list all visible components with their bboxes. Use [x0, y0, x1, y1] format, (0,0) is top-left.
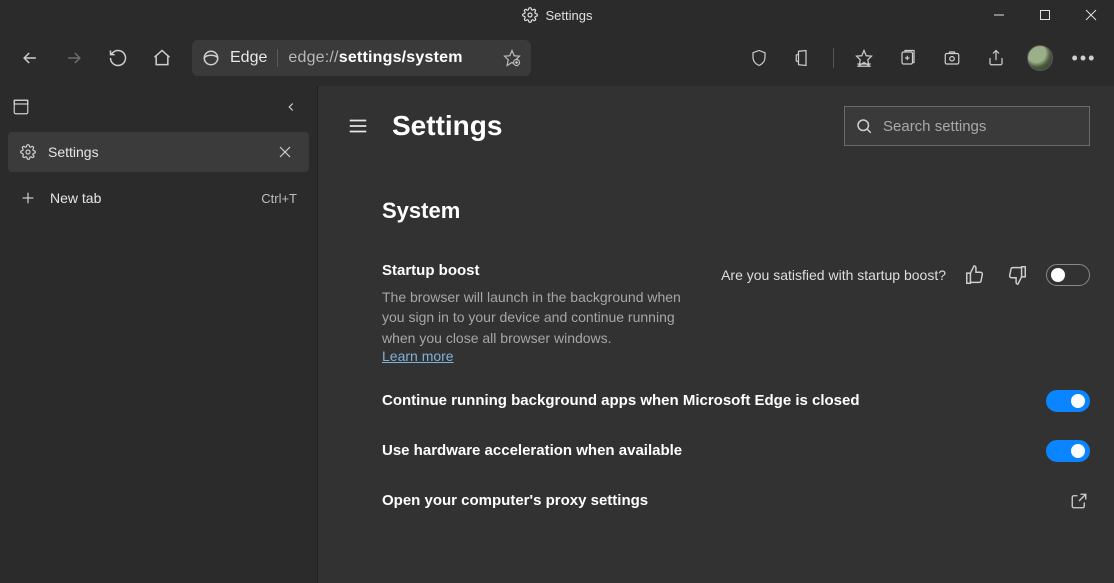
address-separator	[277, 49, 278, 67]
section-title: System	[382, 198, 1090, 224]
more-menu-button[interactable]: •••	[1064, 38, 1104, 78]
search-settings[interactable]	[844, 106, 1090, 146]
hamburger-menu-button[interactable]	[342, 110, 374, 142]
close-tab-button[interactable]	[273, 140, 297, 164]
vertical-tabs-header	[0, 86, 317, 128]
thumbs-up-icon[interactable]	[962, 262, 988, 288]
url-path: settings/system	[339, 49, 463, 66]
settings-content: System Startup boost The browser will la…	[318, 166, 1114, 546]
page-header: Settings	[318, 86, 1114, 166]
address-url: edge://settings/system	[288, 49, 462, 67]
window-title: Settings	[546, 8, 593, 23]
setting-hardware-accel: Use hardware acceleration when available	[382, 426, 1090, 476]
forward-button[interactable]	[54, 38, 94, 78]
setting-description: The browser will launch in the backgroun…	[382, 287, 692, 348]
new-tab-shortcut: Ctrl+T	[261, 191, 297, 206]
gear-icon	[522, 7, 538, 23]
setting-title: Open your computer's proxy settings	[382, 492, 1068, 509]
profile-avatar[interactable]	[1020, 38, 1060, 78]
new-tab-label: New tab	[50, 190, 247, 206]
setting-title: Continue running background apps when Mi…	[382, 392, 1046, 409]
titlebar-center: Settings	[522, 7, 593, 23]
setting-startup-boost: Startup boost The browser will launch in…	[382, 252, 1090, 376]
titlebar: Settings	[0, 0, 1114, 30]
new-tab-button[interactable]: New tab Ctrl+T	[8, 178, 309, 218]
gear-icon	[20, 144, 36, 160]
close-window-button[interactable]	[1068, 0, 1114, 30]
address-brand: Edge	[230, 49, 267, 67]
setting-title: Startup boost	[382, 262, 721, 279]
setting-proxy[interactable]: Open your computer's proxy settings	[382, 476, 1090, 526]
learn-more-link[interactable]: Learn more	[382, 348, 454, 364]
plus-icon	[20, 190, 36, 206]
toolbar: Edge edge://settings/system •••	[0, 30, 1114, 86]
url-prefix: edge://	[288, 49, 338, 66]
startup-boost-toggle[interactable]	[1046, 264, 1090, 286]
search-input[interactable]	[883, 118, 1082, 135]
tab-label: Settings	[48, 144, 261, 160]
home-button[interactable]	[142, 38, 182, 78]
collections-icon[interactable]	[888, 38, 928, 78]
search-icon	[855, 117, 873, 135]
hardware-accel-toggle[interactable]	[1046, 440, 1090, 462]
office-icon[interactable]	[783, 38, 823, 78]
maximize-button[interactable]	[1022, 0, 1068, 30]
favorites-icon[interactable]	[844, 38, 884, 78]
page-title: Settings	[392, 110, 826, 142]
vertical-tabs-panel: Settings New tab Ctrl+T	[0, 86, 318, 583]
feedback-prompt: Are you satisfied with startup boost?	[721, 267, 946, 283]
window-controls	[976, 0, 1114, 30]
favorite-star-icon[interactable]	[503, 49, 521, 67]
back-button[interactable]	[10, 38, 50, 78]
tracking-shield-icon[interactable]	[739, 38, 779, 78]
setting-background-apps: Continue running background apps when Mi…	[382, 376, 1090, 426]
collapse-tabs-button[interactable]	[277, 93, 305, 121]
main: Settings New tab Ctrl+T Settings	[0, 86, 1114, 583]
address-bar[interactable]: Edge edge://settings/system	[192, 40, 531, 76]
refresh-button[interactable]	[98, 38, 138, 78]
tab-actions-icon[interactable]	[12, 98, 30, 116]
minimize-button[interactable]	[976, 0, 1022, 30]
setting-title: Use hardware acceleration when available	[382, 442, 1046, 459]
screenshot-icon[interactable]	[932, 38, 972, 78]
toolbar-separator	[833, 48, 834, 68]
tab-settings[interactable]: Settings	[8, 132, 309, 172]
edge-logo-icon	[202, 49, 220, 67]
thumbs-down-icon[interactable]	[1004, 262, 1030, 288]
external-link-icon	[1068, 490, 1090, 512]
share-icon[interactable]	[976, 38, 1016, 78]
background-apps-toggle[interactable]	[1046, 390, 1090, 412]
settings-page: Settings System Startup boost The browse…	[318, 86, 1114, 583]
